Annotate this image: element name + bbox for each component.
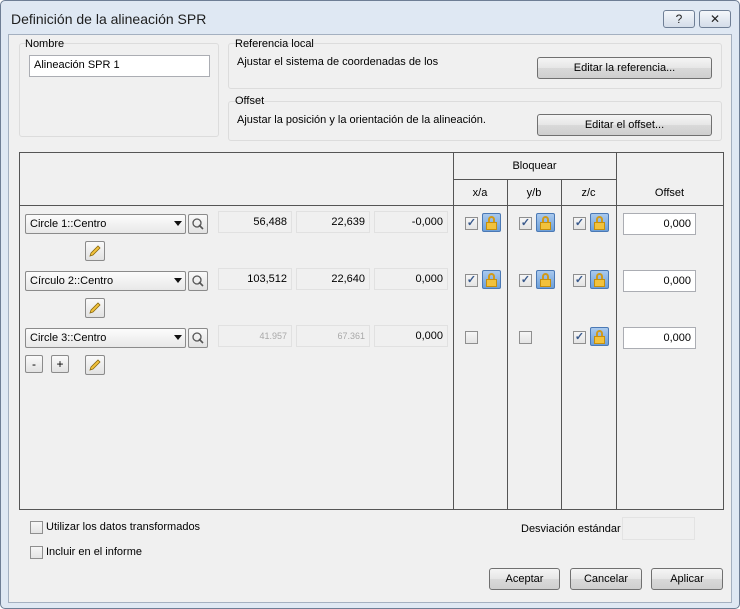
element-select-value: Circle 3::Centro (30, 332, 107, 344)
pointer-icon (192, 332, 204, 344)
chevron-down-icon (174, 278, 182, 283)
value-y-2: 22,640 (296, 268, 370, 290)
apply-button[interactable]: Aplicar (651, 568, 723, 590)
value-x-3: 41.957 (218, 325, 292, 347)
chevron-down-icon (174, 221, 182, 226)
help-button[interactable]: ? (663, 10, 695, 28)
pick-element-button-1[interactable] (188, 214, 208, 234)
offset-group-label: Offset (235, 95, 265, 107)
edit-element-button-3[interactable] (85, 355, 105, 375)
col-header-zc: z/c (581, 187, 596, 199)
use-transformed-checkbox[interactable] (30, 521, 43, 534)
edit-reference-button[interactable]: Editar la referencia... (537, 57, 712, 79)
offset-input-1[interactable]: 0,000 (623, 213, 696, 235)
value-y-1: 22,639 (296, 211, 370, 233)
value-z-1: -0,000 (374, 211, 448, 233)
name-input[interactable]: Alineación SPR 1 (29, 55, 210, 77)
col-header-offset: Offset (654, 187, 685, 199)
lock-x-checkbox-1[interactable]: ✓ (465, 217, 478, 230)
std-dev-label: Desviación estándar (521, 523, 621, 535)
lock-icon[interactable] (536, 270, 555, 289)
pick-element-button-3[interactable] (188, 328, 208, 348)
edit-offset-button[interactable]: Editar el offset... (537, 114, 712, 136)
pointer-icon (192, 275, 204, 287)
element-select-3[interactable]: Circle 3::Centro (25, 328, 186, 348)
col-divider (507, 180, 508, 509)
add-row-button[interactable]: + (51, 355, 69, 373)
lock-icon[interactable] (590, 213, 609, 232)
header-divider (20, 205, 723, 206)
include-report-checkbox[interactable] (30, 546, 43, 559)
minus-icon: - (32, 357, 36, 371)
lock-y-checkbox-1[interactable]: ✓ (519, 217, 532, 230)
col-header-xa: x/a (472, 187, 488, 199)
element-select-2[interactable]: Círculo 2::Centro (25, 271, 186, 291)
col-divider (616, 153, 617, 509)
lock-z-checkbox-1[interactable]: ✓ (573, 217, 586, 230)
pencil-icon (89, 302, 101, 314)
help-icon: ? (675, 12, 683, 26)
lock-y-checkbox-2[interactable]: ✓ (519, 274, 532, 287)
close-icon: ✕ (709, 12, 721, 26)
value-y-3: 67.361 (296, 325, 370, 347)
use-transformed-label: Utilizar los datos transformados (46, 521, 201, 533)
edit-element-button-1[interactable] (85, 241, 105, 261)
accept-button[interactable]: Aceptar (489, 568, 560, 590)
element-select-1[interactable]: Circle 1::Centro (25, 214, 186, 234)
dialog-client-area: Nombre Alineación SPR 1 Referencia local… (8, 34, 732, 603)
pencil-icon (89, 359, 101, 371)
element-select-value: Círculo 2::Centro (30, 275, 114, 287)
referencia-local-description: Ajustar el sistema de coordenadas de los… (237, 56, 439, 70)
offset-description: Ajustar la posición y la orientación de … (237, 114, 486, 126)
value-z-3: 0,000 (374, 325, 448, 347)
row-divider (453, 179, 616, 180)
bloquear-header: Bloquear (512, 160, 557, 172)
lock-icon[interactable] (590, 270, 609, 289)
referencia-local-label: Referencia local (235, 38, 314, 50)
plus-icon: + (56, 357, 64, 371)
lock-x-checkbox-2[interactable]: ✓ (465, 274, 478, 287)
close-button[interactable]: ✕ (699, 10, 731, 28)
std-dev-field (622, 517, 695, 540)
chevron-down-icon (174, 335, 182, 340)
edit-element-button-2[interactable] (85, 298, 105, 318)
alignment-table: Bloquear x/a y/b z/c Offset Circle 1::Ce… (19, 152, 724, 510)
lock-x-checkbox-3[interactable] (465, 331, 478, 344)
nombre-label: Nombre (25, 38, 65, 50)
offset-input-3[interactable]: 0,000 (623, 327, 696, 349)
remove-row-button[interactable]: - (25, 355, 43, 373)
lock-z-checkbox-2[interactable]: ✓ (573, 274, 586, 287)
value-x-2: 103,512 (218, 268, 292, 290)
lock-y-checkbox-3[interactable] (519, 331, 532, 344)
title-bar[interactable]: Definición de la alineación SPR ? ✕ (1, 1, 739, 35)
lock-icon[interactable] (590, 327, 609, 346)
col-header-yb: y/b (526, 187, 542, 199)
col-divider (453, 153, 454, 509)
pick-element-button-2[interactable] (188, 271, 208, 291)
window-title: Definición de la alineación SPR (11, 11, 207, 27)
pencil-icon (89, 245, 101, 257)
cancel-button[interactable]: Cancelar (570, 568, 642, 590)
value-z-2: 0,000 (374, 268, 448, 290)
lock-icon[interactable] (482, 213, 501, 232)
pointer-icon (192, 218, 204, 230)
dialog-window: Definición de la alineación SPR ? ✕ Nomb… (0, 0, 740, 609)
element-select-value: Circle 1::Centro (30, 218, 107, 230)
lock-icon[interactable] (482, 270, 501, 289)
include-report-label: Incluir en el informe (46, 546, 142, 558)
offset-input-2[interactable]: 0,000 (623, 270, 696, 292)
lock-icon[interactable] (536, 213, 555, 232)
col-divider (561, 180, 562, 509)
lock-z-checkbox-3[interactable]: ✓ (573, 331, 586, 344)
value-x-1: 56,488 (218, 211, 292, 233)
